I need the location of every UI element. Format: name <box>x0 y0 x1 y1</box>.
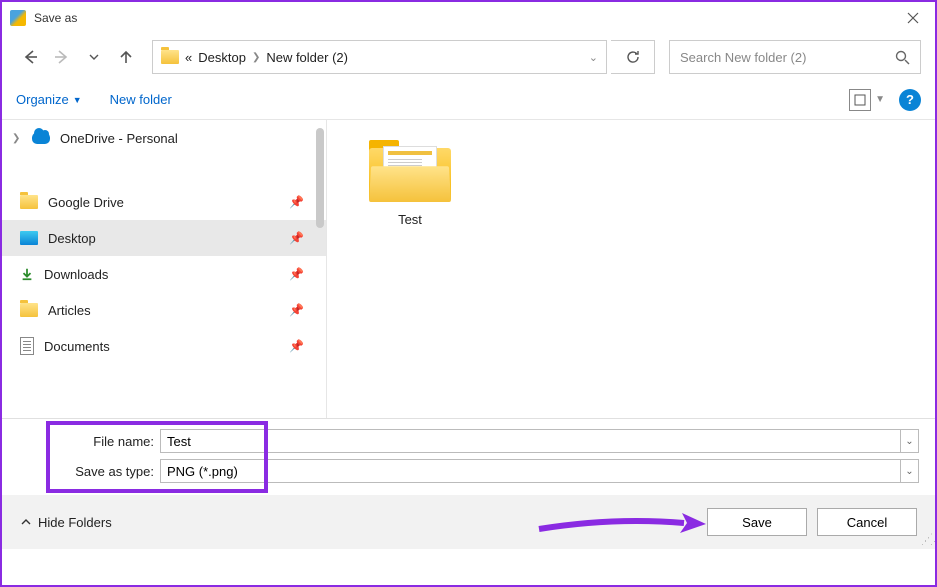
tree-googledrive[interactable]: Google Drive 📌 <box>2 184 326 220</box>
pin-icon: 📌 <box>289 231 304 245</box>
folder-icon <box>369 140 451 202</box>
chevron-right-icon: ❯ <box>252 52 260 63</box>
tree-documents[interactable]: Documents 📌 <box>2 328 326 364</box>
breadcrumb-prefix: « <box>185 50 192 65</box>
organize-menu[interactable]: Organize ▼ <box>16 92 82 107</box>
view-caret-icon[interactable]: ▼ <box>875 94 885 105</box>
folder-item-test[interactable]: Test <box>355 140 465 227</box>
pin-icon: 📌 <box>289 303 304 317</box>
search-box[interactable] <box>669 40 921 74</box>
folder-icon <box>161 50 179 64</box>
chevron-right-icon: ❯ <box>12 133 22 144</box>
new-folder-button[interactable]: New folder <box>110 92 172 107</box>
search-input[interactable] <box>680 50 895 65</box>
address-bar[interactable]: « Desktop ❯ New folder (2) ⌄ <box>152 40 607 74</box>
footer: Hide Folders Save Cancel ⋰⋰⋰ <box>2 495 935 549</box>
onedrive-icon <box>32 132 50 144</box>
tree-label: Google Drive <box>48 195 124 210</box>
recent-dropdown[interactable] <box>80 43 108 71</box>
resize-grip[interactable]: ⋰⋰⋰ <box>921 535 933 547</box>
cancel-button[interactable]: Cancel <box>817 508 917 536</box>
filename-label: File name: <box>18 434 160 449</box>
view-button[interactable] <box>849 89 871 111</box>
back-button[interactable] <box>16 43 44 71</box>
tree-articles[interactable]: Articles 📌 <box>2 292 326 328</box>
tree-desktop[interactable]: Desktop 📌 <box>2 220 326 256</box>
refresh-button[interactable] <box>611 40 655 74</box>
titlebar: Save as <box>2 2 935 34</box>
saveastype-dropdown[interactable]: ⌄ <box>901 459 919 483</box>
tree-label: Downloads <box>44 267 108 282</box>
pin-icon: 📌 <box>289 195 304 209</box>
folder-icon <box>20 303 38 317</box>
forward-button[interactable] <box>48 43 76 71</box>
filename-dropdown[interactable]: ⌄ <box>901 429 919 453</box>
up-button[interactable] <box>112 43 140 71</box>
file-label: Test <box>355 212 465 227</box>
toolbar: Organize ▼ New folder ▼ ? <box>2 80 935 120</box>
caret-down-icon: ▼ <box>73 95 82 105</box>
chevron-up-icon <box>20 516 32 528</box>
chevron-down-icon[interactable]: ⌄ <box>589 51 598 64</box>
save-form: File name: ⌄ Save as type: ⌄ <box>2 419 935 495</box>
help-button[interactable]: ? <box>899 89 921 111</box>
tree-label: Desktop <box>48 231 96 246</box>
download-icon <box>20 267 34 281</box>
hide-folders-button[interactable]: Hide Folders <box>20 515 112 530</box>
tree-onedrive[interactable]: ❯ OneDrive - Personal <box>2 120 326 156</box>
navigation-bar: « Desktop ❯ New folder (2) ⌄ <box>2 34 935 80</box>
tree-label: OneDrive - Personal <box>60 131 178 146</box>
pin-icon: 📌 <box>289 339 304 353</box>
saveastype-label: Save as type: <box>18 464 160 479</box>
filename-input[interactable] <box>160 429 901 453</box>
tree-label: Documents <box>44 339 110 354</box>
window-title: Save as <box>34 11 77 25</box>
desktop-icon <box>20 231 38 245</box>
saveastype-select[interactable] <box>160 459 901 483</box>
breadcrumb-newfolder2[interactable]: New folder (2) <box>266 50 348 65</box>
folder-icon <box>20 195 38 209</box>
documents-icon <box>20 337 34 355</box>
tree-downloads[interactable]: Downloads 📌 <box>2 256 326 292</box>
tree-label: Articles <box>48 303 91 318</box>
app-icon <box>10 10 26 26</box>
breadcrumb-desktop[interactable]: Desktop <box>198 50 246 65</box>
file-list[interactable]: Test <box>327 120 935 418</box>
close-button[interactable] <box>890 2 935 34</box>
save-button[interactable]: Save <box>707 508 807 536</box>
pin-icon: 📌 <box>289 267 304 281</box>
annotation-arrow <box>534 509 714 539</box>
search-icon <box>895 50 910 65</box>
scrollbar[interactable] <box>316 128 324 228</box>
navigation-tree: ❯ OneDrive - Personal Google Drive 📌 Des… <box>2 120 327 418</box>
